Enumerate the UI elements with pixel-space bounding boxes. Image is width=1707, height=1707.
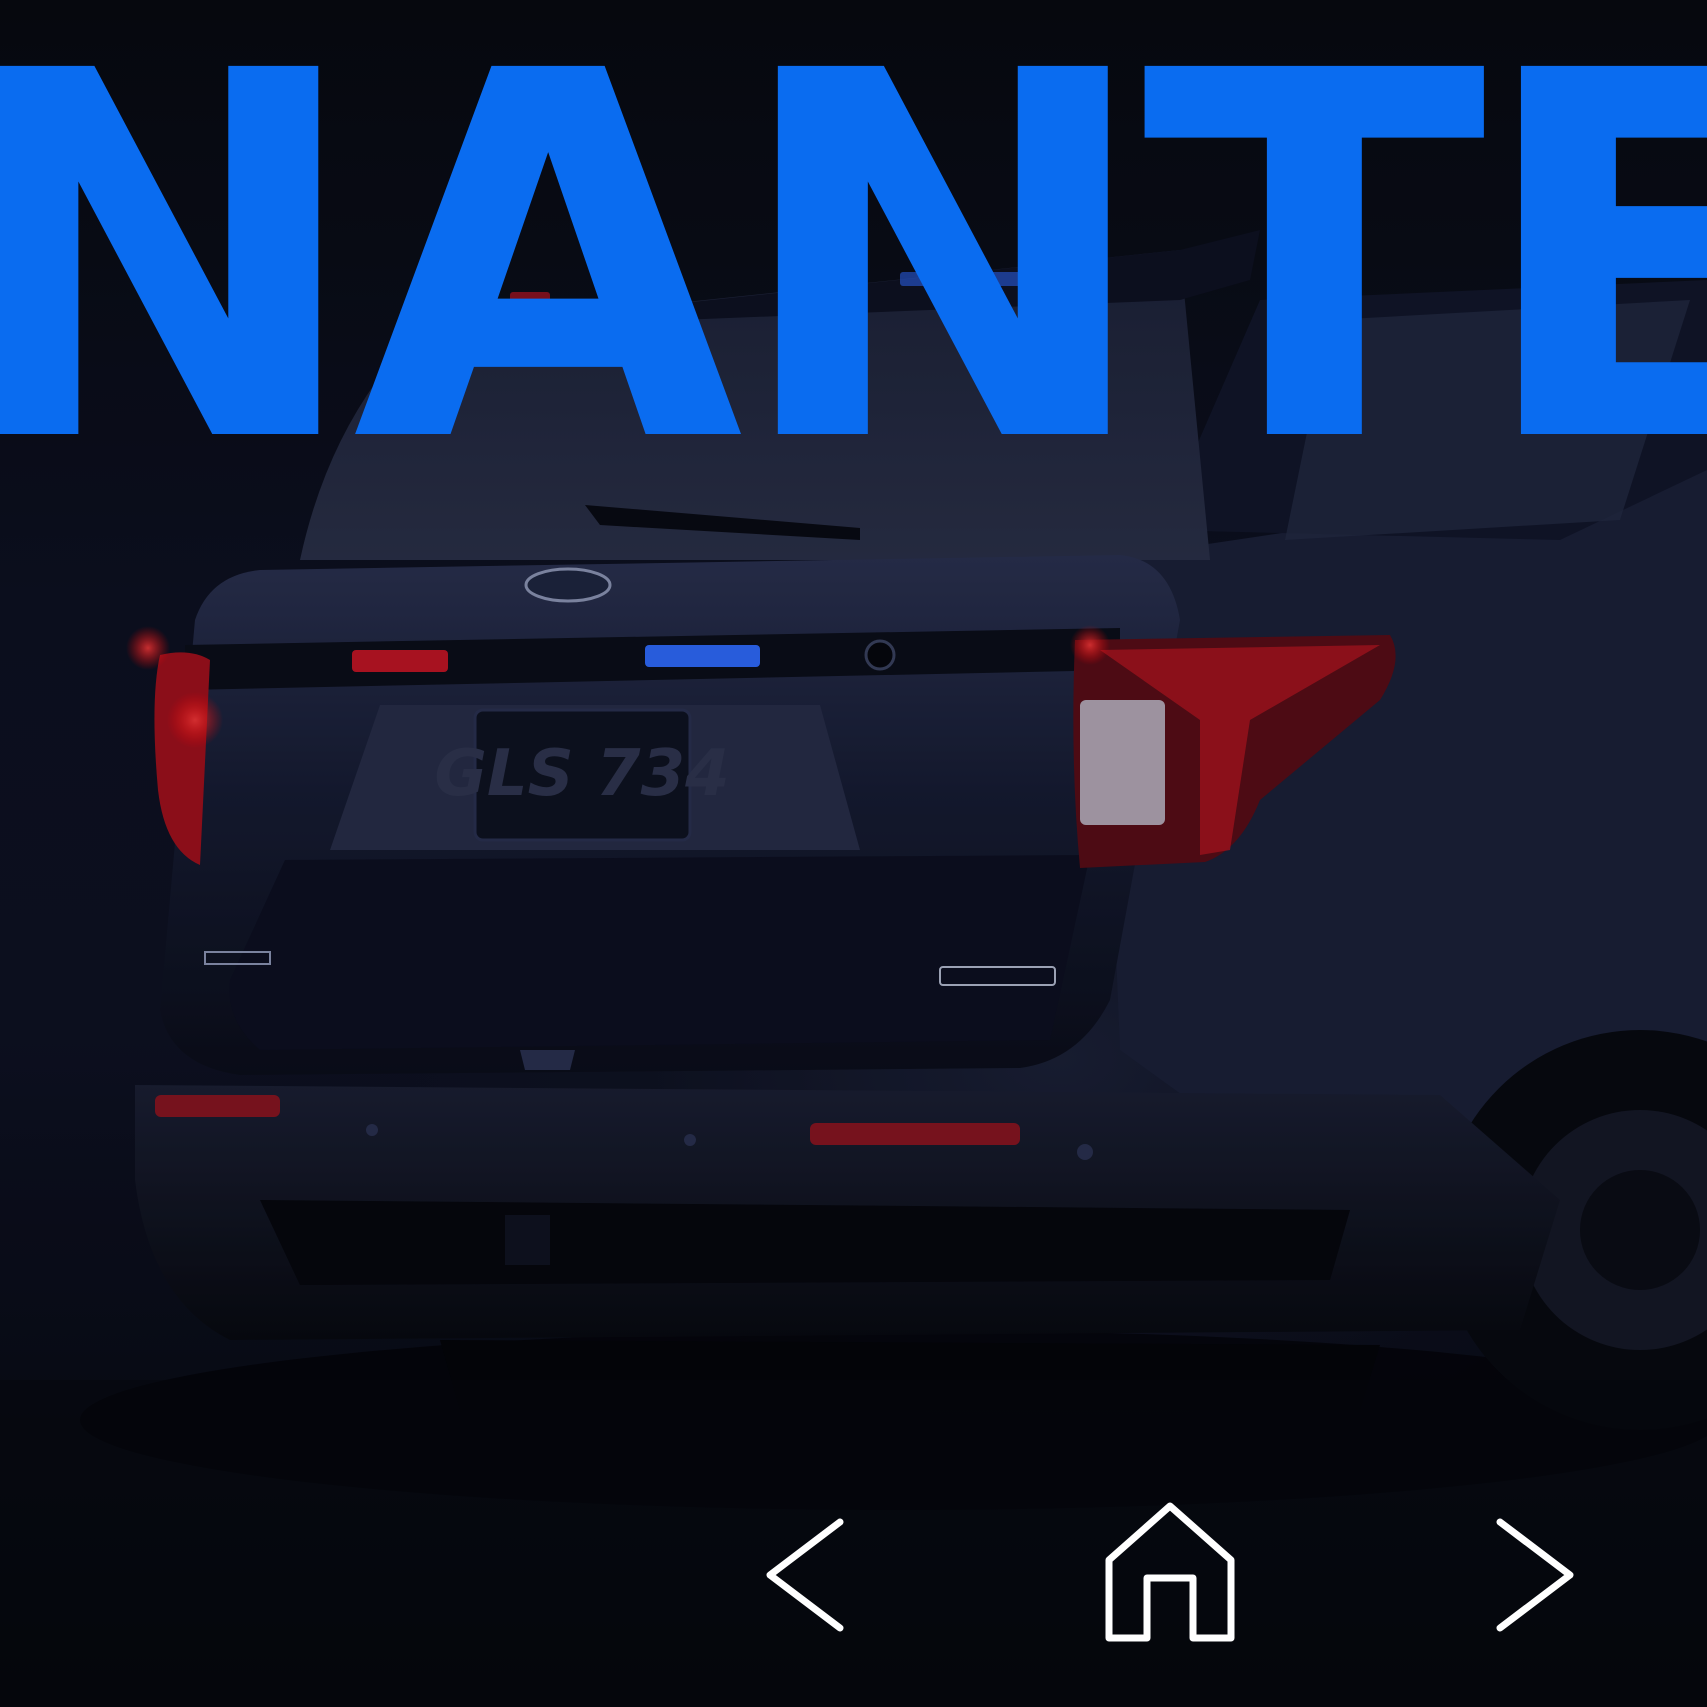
next-button[interactable] <box>1462 1500 1612 1650</box>
chevron-right-icon <box>1496 1518 1574 1632</box>
previous-button[interactable] <box>728 1500 878 1650</box>
home-button[interactable] <box>1095 1500 1245 1650</box>
chevron-left-icon <box>766 1518 844 1632</box>
headline-text: NANTE <box>0 0 1707 554</box>
home-icon <box>1105 1502 1235 1642</box>
hero-screen: GLS 734 NANTE <box>0 0 1707 1707</box>
